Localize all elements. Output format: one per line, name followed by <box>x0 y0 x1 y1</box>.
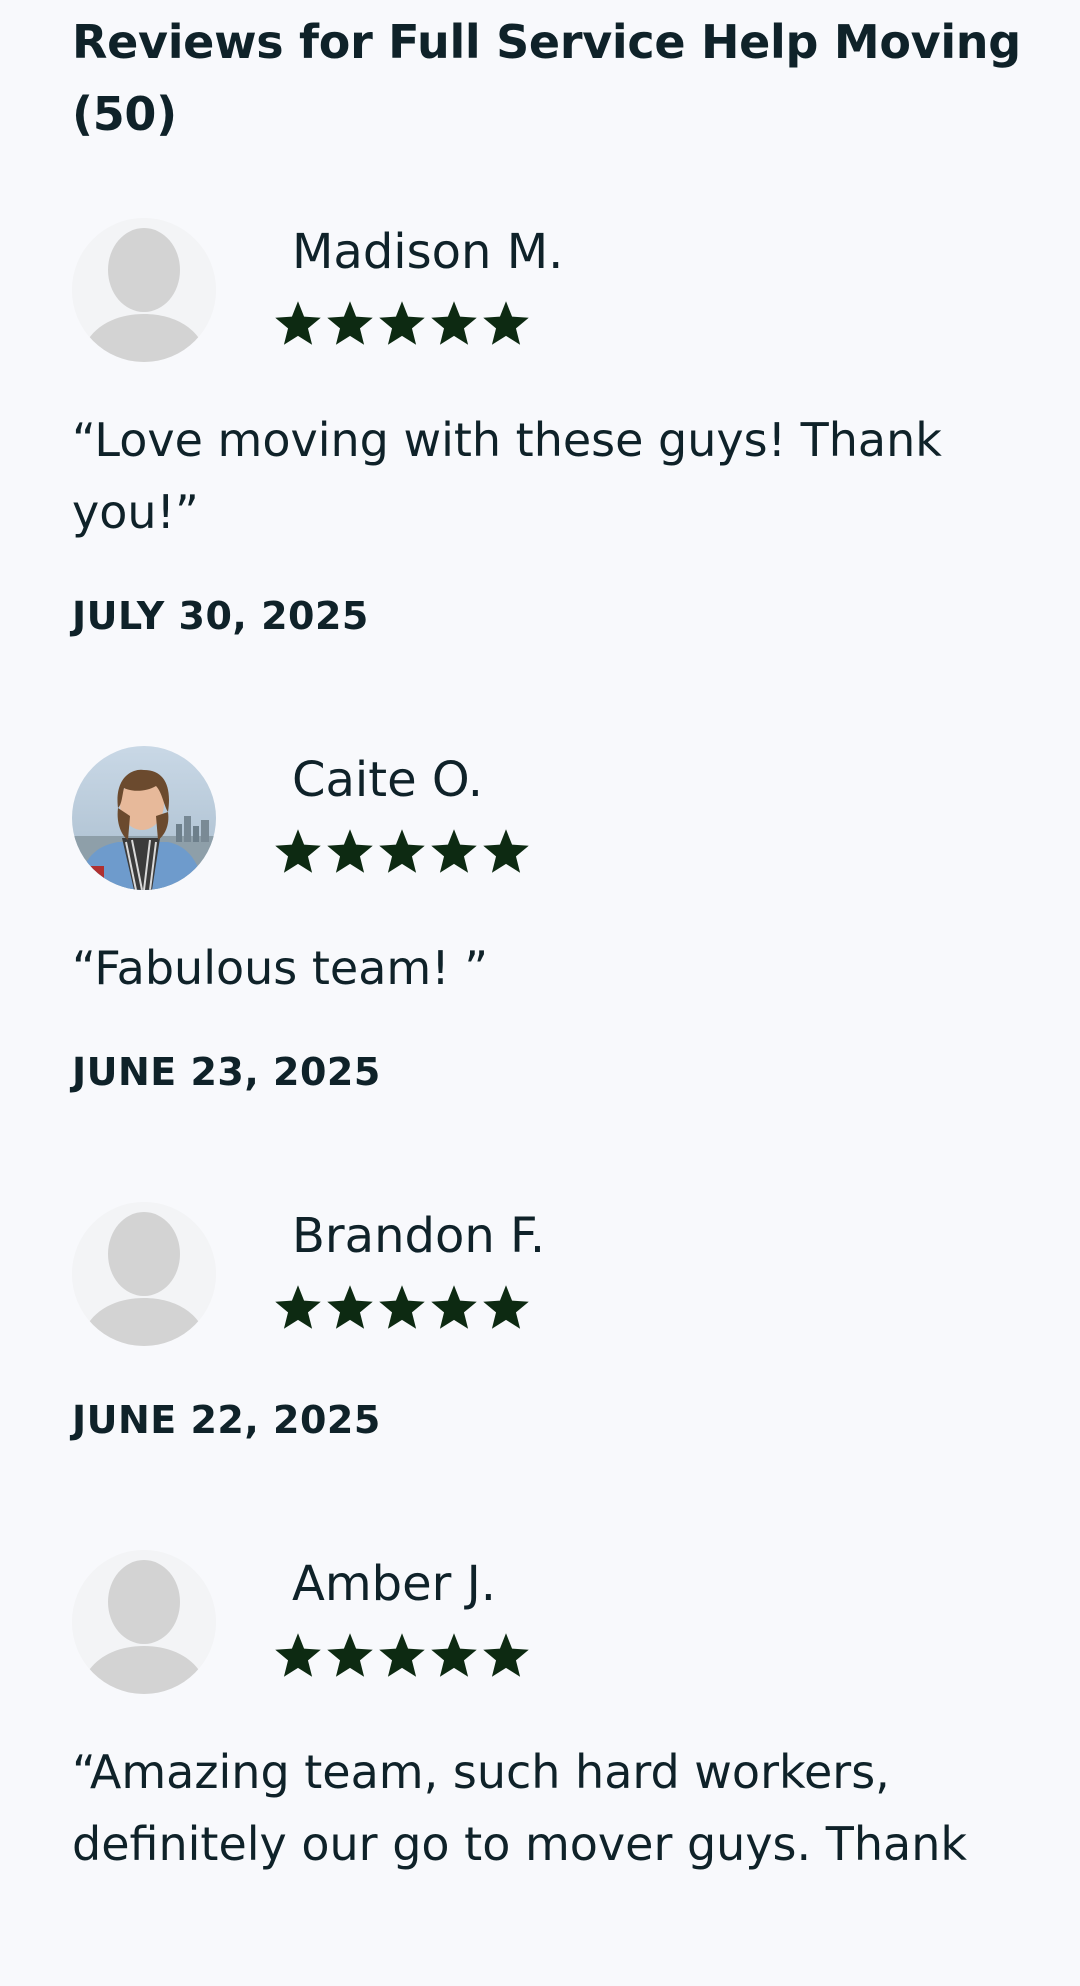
default-avatar-icon <box>72 218 216 362</box>
star-icon <box>428 1630 480 1684</box>
star-icon <box>480 298 532 352</box>
default-avatar-icon <box>72 1550 216 1694</box>
star-icon <box>324 1282 376 1336</box>
star-icon <box>480 1630 532 1684</box>
review-quote: “Fabulous team! ” <box>72 941 489 995</box>
review-quote: “Love moving with these guys! Thank you!… <box>72 413 942 539</box>
star-icon <box>428 1282 480 1336</box>
star-icon <box>324 826 376 880</box>
star-icon <box>324 298 376 352</box>
reviewer-meta: Amber J. <box>272 1550 532 1684</box>
review-date: JULY 30, 2025 <box>72 594 369 638</box>
review-item: Brandon F. JUNE 22, 2025 <box>72 1202 1032 1444</box>
review-item: Madison M. “Love moving with these guys!… <box>72 218 1032 640</box>
star-rating <box>272 1282 545 1336</box>
star-rating <box>272 1630 532 1684</box>
reviewer-name: Brandon F. <box>292 1208 546 1264</box>
review-header: Amber J. <box>72 1550 1032 1696</box>
review-item: Caite O. “Fabulous team! ” JUNE 23, 2025 <box>72 746 1032 1096</box>
star-icon <box>324 1630 376 1684</box>
default-avatar-icon <box>72 1202 216 1346</box>
review-header: Madison M. <box>72 218 1032 364</box>
star-icon <box>376 1282 428 1336</box>
review-header: Caite O. <box>72 746 1032 892</box>
user-photo-avatar <box>72 746 216 890</box>
star-icon <box>376 298 428 352</box>
review-date: JUNE 23, 2025 <box>72 1050 381 1094</box>
star-icon <box>376 1630 428 1684</box>
review-quote: “Amazing team, such hard workers, defini… <box>72 1745 968 1871</box>
star-icon <box>428 826 480 880</box>
star-icon <box>272 1282 324 1336</box>
star-icon <box>480 1282 532 1336</box>
star-icon <box>272 826 324 880</box>
star-icon <box>376 826 428 880</box>
reviewer-name: Madison M. <box>292 224 564 280</box>
reviews-page: Reviews for Full Service Help Moving (50… <box>72 0 1032 1986</box>
review-date: JUNE 22, 2025 <box>72 1398 381 1442</box>
star-icon <box>480 826 532 880</box>
reviewer-meta: Caite O. <box>272 746 532 880</box>
reviewer-name: Caite O. <box>292 752 483 808</box>
review-list: Madison M. “Love moving with these guys!… <box>72 218 1032 1880</box>
star-icon <box>272 298 324 352</box>
reviewer-name: Amber J. <box>292 1556 496 1612</box>
reviews-heading: Reviews for Full Service Help Moving (50… <box>72 15 1021 141</box>
reviewer-meta: Madison M. <box>272 218 563 352</box>
star-icon <box>272 1630 324 1684</box>
star-rating <box>272 826 532 880</box>
star-icon <box>428 298 480 352</box>
star-rating <box>272 298 563 352</box>
reviewer-meta: Brandon F. <box>272 1202 545 1336</box>
review-header: Brandon F. <box>72 1202 1032 1348</box>
review-item: Amber J. “Amazing team, such hard worker… <box>72 1550 1032 1880</box>
